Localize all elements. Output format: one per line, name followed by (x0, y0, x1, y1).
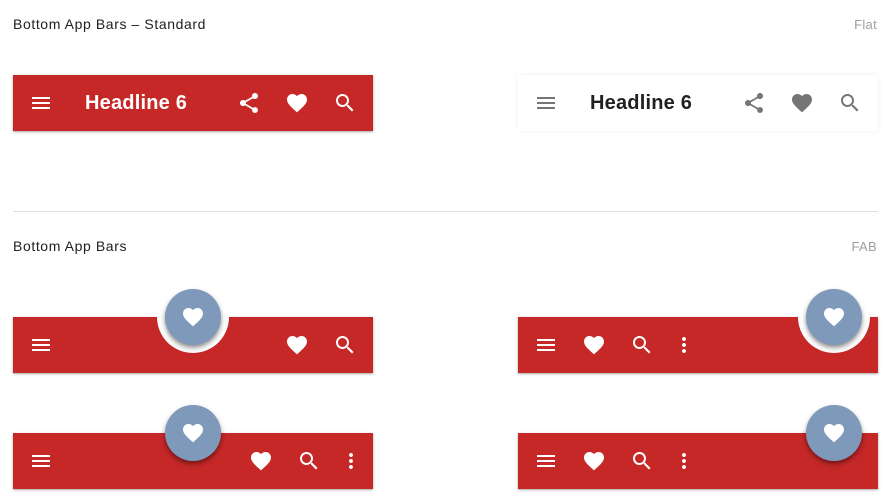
menu-icon[interactable] (29, 449, 53, 473)
menu-icon[interactable] (534, 449, 558, 473)
bottom-app-bar-fab-center-overlap (13, 405, 373, 489)
heart-icon[interactable] (285, 91, 309, 115)
heart-icon (183, 424, 203, 443)
section-tag-flat: Flat (854, 17, 877, 32)
fab-favorite-button[interactable] (165, 405, 221, 461)
section-tag-fab: FAB (851, 239, 877, 254)
bottom-app-bar-fab-center-inset (13, 281, 373, 373)
heart-icon[interactable] (582, 333, 606, 357)
search-icon[interactable] (333, 91, 357, 115)
heart-icon[interactable] (790, 91, 814, 115)
share-icon[interactable] (237, 91, 261, 115)
more-vert-icon[interactable] (672, 449, 696, 473)
more-vert-icon[interactable] (339, 449, 363, 473)
fab-favorite-button[interactable] (165, 289, 221, 345)
search-icon[interactable] (630, 333, 654, 357)
section-title-standard: Bottom App Bars – Standard (13, 16, 207, 32)
search-icon[interactable] (297, 449, 321, 473)
menu-icon[interactable] (29, 91, 53, 115)
menu-icon[interactable] (534, 91, 558, 115)
section-divider (13, 211, 878, 212)
search-icon[interactable] (333, 333, 357, 357)
menu-icon[interactable] (534, 333, 558, 357)
heart-icon[interactable] (285, 333, 309, 357)
bar-headline: Headline 6 (85, 92, 188, 114)
heart-icon[interactable] (582, 449, 606, 473)
bottom-app-bar-standard-white: Headline 6 (518, 75, 878, 131)
heart-icon[interactable] (249, 449, 273, 473)
bottom-app-bar-standard-red: Headline 6 (13, 75, 373, 131)
more-vert-icon[interactable] (672, 333, 696, 357)
bottom-app-bar-fab-end-inset (518, 281, 878, 373)
heart-icon (824, 308, 844, 327)
fab-favorite-button[interactable] (806, 405, 862, 461)
menu-icon[interactable] (29, 333, 53, 357)
bottom-app-bar-fab-end-overlap (518, 405, 878, 489)
bar-headline: Headline 6 (590, 92, 693, 114)
heart-icon (183, 308, 203, 327)
fab-favorite-button[interactable] (806, 289, 862, 345)
section-title-fab: Bottom App Bars (13, 238, 128, 254)
heart-icon (824, 424, 844, 443)
share-icon[interactable] (742, 91, 766, 115)
search-icon[interactable] (838, 91, 862, 115)
search-icon[interactable] (630, 449, 654, 473)
